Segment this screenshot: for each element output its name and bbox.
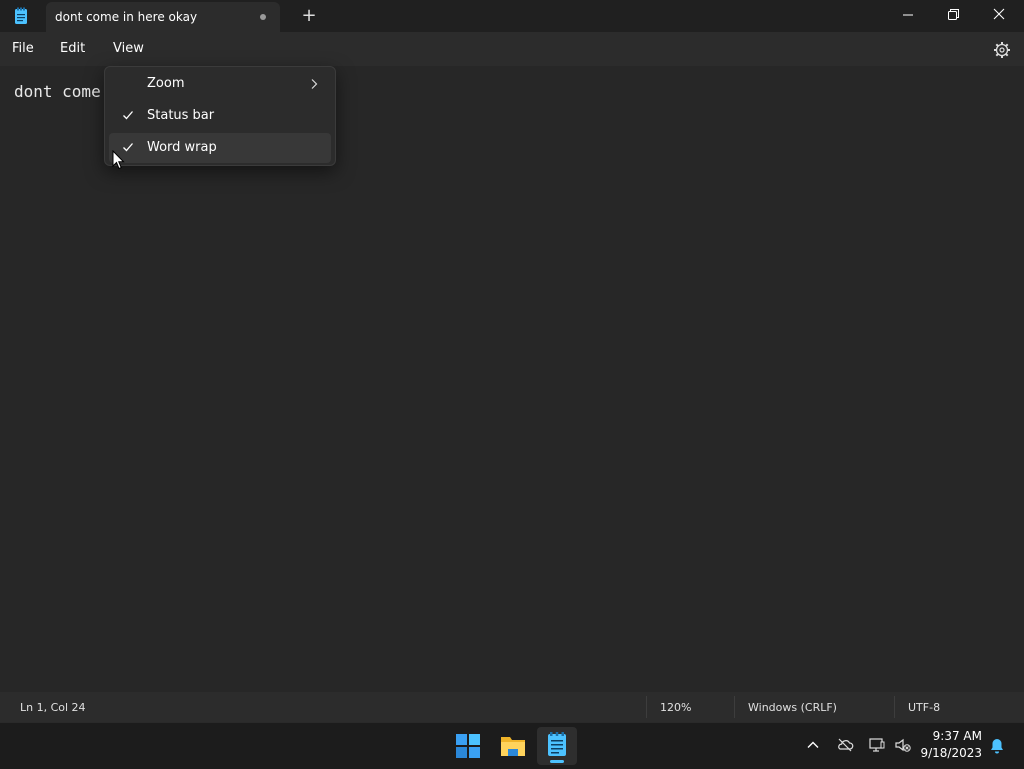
- unsaved-indicator-icon[interactable]: [260, 14, 266, 20]
- line-endings[interactable]: Windows (CRLF): [748, 701, 837, 714]
- menu-edit[interactable]: Edit: [60, 41, 85, 56]
- network-icon[interactable]: [868, 736, 886, 754]
- windows-start-icon: [456, 734, 480, 758]
- close-button[interactable]: [976, 0, 1022, 30]
- menu-item-status-bar[interactable]: Status bar: [109, 101, 331, 131]
- restore-icon: [948, 9, 959, 20]
- checkmark-icon: [123, 111, 133, 120]
- menu-file[interactable]: File: [12, 41, 34, 56]
- tab-title: dont come in here okay: [55, 10, 198, 24]
- clock-time[interactable]: 9:37 AM: [920, 729, 982, 743]
- cursor-position: Ln 1, Col 24: [20, 701, 86, 714]
- chevron-up-icon[interactable]: [804, 736, 822, 754]
- taskbar: 9:37 AM 9/18/2023: [0, 722, 1024, 769]
- notification-bell-icon[interactable]: [988, 737, 1006, 755]
- menu-view[interactable]: View: [113, 41, 144, 56]
- menu-item-label: Zoom: [147, 76, 185, 91]
- title-bar: dont come in here okay +: [0, 0, 1024, 32]
- close-icon: [993, 8, 1005, 20]
- new-tab-button[interactable]: +: [300, 4, 318, 28]
- status-divider: [734, 696, 735, 718]
- view-menu-dropdown: Zoom Status bar Word wrap: [104, 66, 336, 166]
- menu-item-word-wrap[interactable]: Word wrap: [109, 133, 331, 163]
- file-explorer-icon: [501, 737, 525, 756]
- menu-item-zoom[interactable]: Zoom: [109, 69, 331, 99]
- minimize-button[interactable]: [885, 0, 931, 30]
- mouse-cursor-icon: [112, 150, 125, 170]
- menu-item-label: Status bar: [147, 108, 215, 123]
- menu-item-label: Word wrap: [147, 140, 217, 155]
- notepad-taskbar-button[interactable]: [537, 727, 577, 765]
- status-divider: [646, 696, 647, 718]
- status-bar: Ln 1, Col 24 120% Windows (CRLF) UTF-8: [0, 692, 1024, 722]
- active-app-indicator: [550, 760, 564, 763]
- encoding[interactable]: UTF-8: [908, 701, 940, 714]
- file-explorer-button[interactable]: [493, 727, 533, 765]
- document-tab[interactable]: dont come in here okay: [46, 2, 280, 32]
- menu-bar: File Edit View: [0, 32, 1024, 66]
- chevron-right-icon: [311, 79, 318, 89]
- clock-date[interactable]: 9/18/2023: [918, 746, 982, 760]
- notepad-app-icon: [15, 7, 27, 24]
- onedrive-offline-icon[interactable]: [836, 736, 854, 754]
- editor-content[interactable]: dont come: [14, 82, 101, 101]
- start-button[interactable]: [448, 727, 488, 765]
- volume-muted-icon[interactable]: [894, 736, 912, 754]
- gear-icon[interactable]: [992, 40, 1012, 60]
- zoom-level[interactable]: 120%: [660, 701, 691, 714]
- minimize-icon: [903, 14, 913, 16]
- status-divider: [894, 696, 895, 718]
- restore-button[interactable]: [930, 0, 976, 30]
